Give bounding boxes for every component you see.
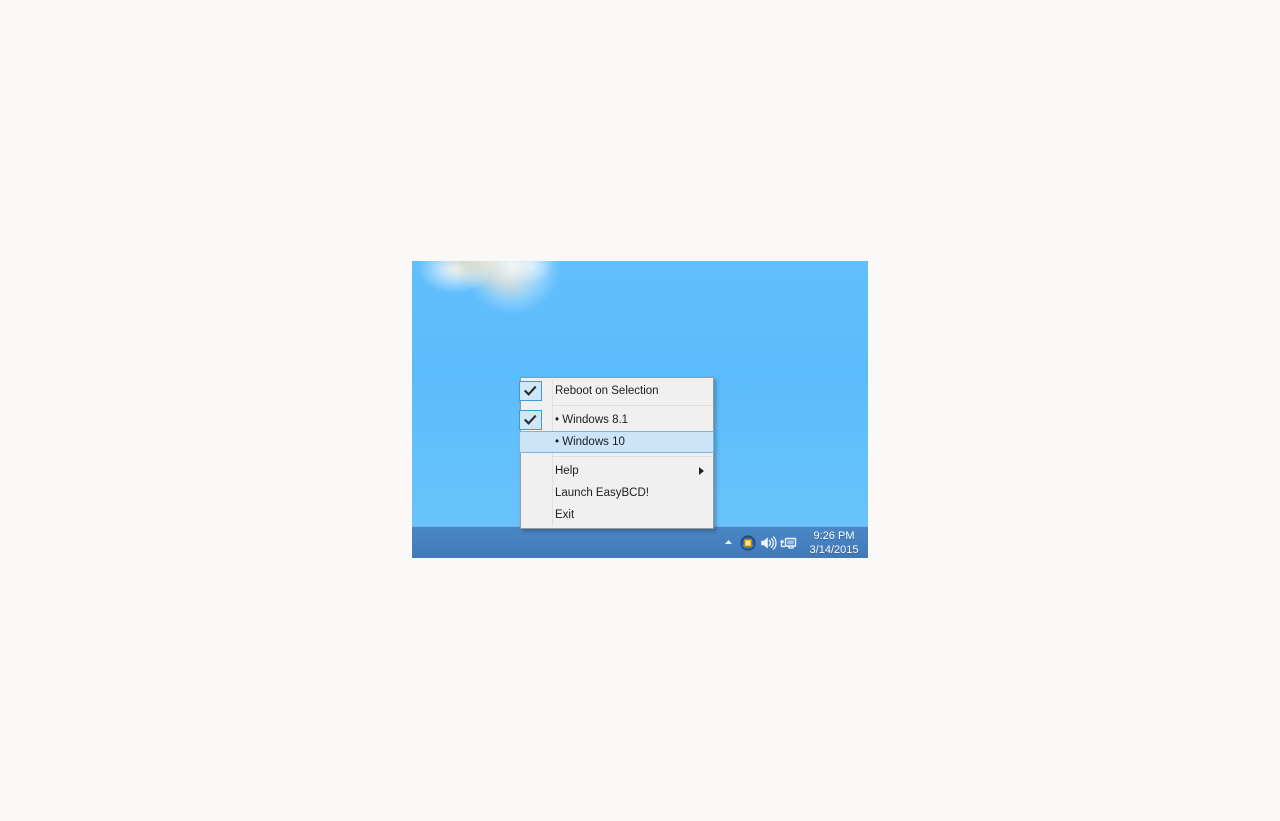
clock-time: 9:26 PM	[813, 529, 855, 542]
menu-item-label: Help	[555, 465, 579, 477]
menu-item-windows-81[interactable]: • Windows 8.1	[519, 409, 713, 431]
clock-date: 3/14/2015	[809, 543, 859, 556]
desktop-screenshot: 9:26 PM 3/14/2015 Reboot on Selection • W…	[412, 261, 868, 558]
taskbar: 9:26 PM 3/14/2015	[412, 526, 868, 558]
menu-item-label: Launch EasyBCD!	[555, 487, 649, 499]
tray-context-menu: Reboot on Selection • Windows 8.1 • Window…	[519, 377, 714, 529]
chevron-right-icon	[699, 467, 704, 475]
easybcd-tray-icon[interactable]	[738, 529, 758, 557]
volume-icon[interactable]	[758, 529, 778, 557]
system-tray: 9:26 PM 3/14/2015	[718, 527, 866, 558]
checkmark-icon[interactable]	[519, 381, 542, 401]
checkmark-icon[interactable]	[519, 410, 542, 430]
menu-item-exit[interactable]: Exit	[521, 504, 713, 526]
menu-item-help[interactable]: Help	[521, 460, 713, 482]
menu-separator	[552, 405, 713, 406]
menu-item-reboot-on-selection[interactable]: Reboot on Selection	[519, 380, 713, 402]
menu-item-label: Exit	[555, 509, 575, 521]
menu-item-label: • Windows 10	[555, 436, 625, 448]
show-hidden-icons-arrow-icon[interactable]	[718, 529, 738, 557]
menu-item-launch-easybcd[interactable]: Launch EasyBCD!	[521, 482, 713, 504]
taskbar-clock[interactable]: 9:26 PM 3/14/2015	[802, 527, 866, 558]
menu-item-windows-10[interactable]: • Windows 10	[519, 431, 714, 453]
menu-separator	[552, 456, 713, 457]
network-icon[interactable]	[778, 529, 798, 557]
